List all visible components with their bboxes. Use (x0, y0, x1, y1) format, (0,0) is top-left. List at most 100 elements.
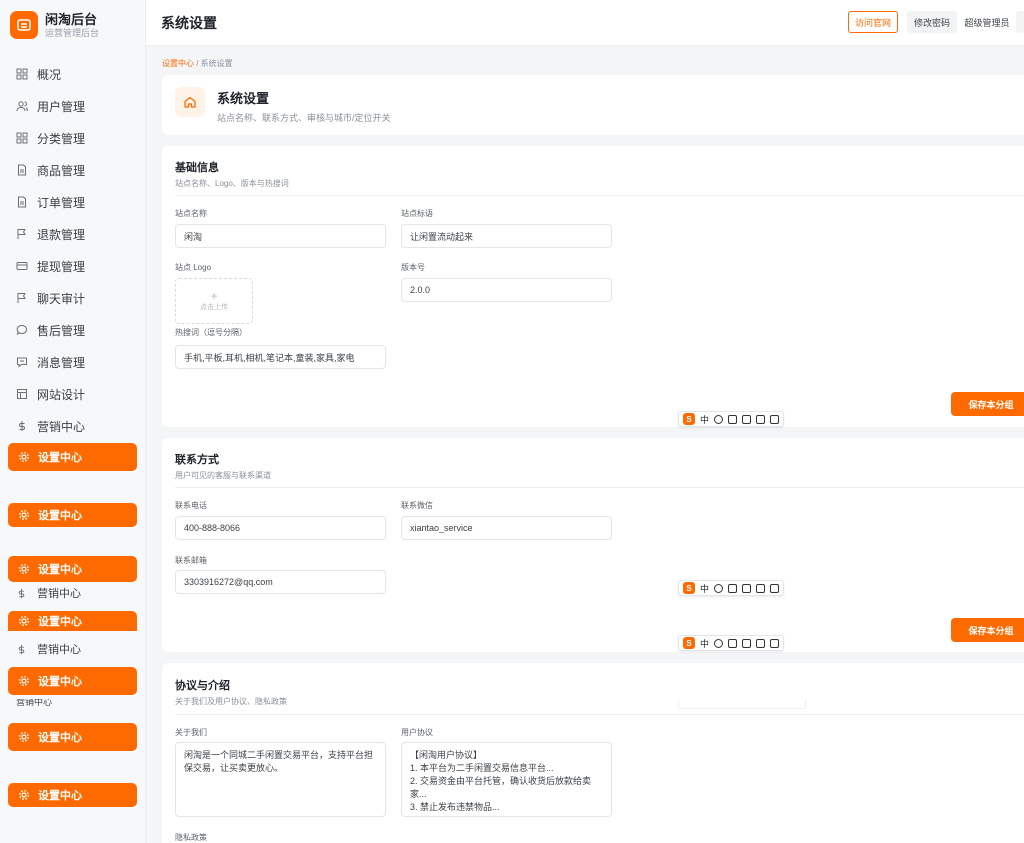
sidebar-item-label: 概况 (37, 67, 62, 82)
wechat-input[interactable]: xiantao_service (401, 516, 612, 540)
scissors-icon[interactable] (770, 583, 780, 593)
sidebar-item-settings[interactable]: 设置中心 (8, 556, 137, 582)
user-menu[interactable]: 超级管理员 (962, 11, 1012, 33)
top-header: 系统设置 访问官网 修改密码 超级管理员 (146, 0, 1024, 46)
scissors-icon[interactable] (770, 638, 780, 648)
brand[interactable]: 闲淘后台 运营管理后台 (10, 10, 99, 40)
sidebar-item-messages[interactable]: 消息管理 (16, 352, 85, 372)
sidebar-item-label: 用户管理 (37, 99, 86, 114)
sidebar-item-orders[interactable]: 订单管理 (16, 192, 85, 212)
logout-button[interactable] (1016, 11, 1024, 33)
translate-icon[interactable] (756, 414, 766, 424)
sidebar-item-marketing[interactable]: 营销中心 (16, 585, 81, 601)
translate-icon[interactable] (756, 638, 766, 648)
logo-icon (10, 11, 38, 39)
ime-toolbar[interactable]: S 中 (678, 580, 785, 596)
toolbox-icon[interactable] (742, 583, 752, 593)
translate-icon[interactable] (756, 583, 766, 593)
toolbox-icon[interactable] (742, 638, 752, 648)
save-basic-button[interactable]: 保存本分组 (951, 392, 1024, 416)
message-icon (17, 357, 27, 368)
about-textarea[interactable]: 闲淘是一个同城二手闲置交易平台，支持平台担保交易，让买卖更放心。 (175, 742, 386, 817)
ime-lang[interactable]: 中 (700, 637, 709, 650)
sidebar-item-label: 聊天审计 (37, 291, 86, 306)
site-name-label: 站点名称 (175, 209, 207, 218)
plus-icon: + (210, 289, 218, 303)
grid-icon (16, 68, 28, 80)
visit-site-button[interactable]: 访问官网 (848, 11, 898, 33)
card-icon (16, 262, 28, 270)
section-subtitle: 关于我们及用户协议、隐私政策 (175, 697, 287, 706)
sidebar-item-label: 订单管理 (37, 195, 86, 210)
sidebar-item-label: 提现管理 (37, 259, 86, 274)
emoji-icon[interactable] (714, 638, 724, 648)
upload-text: 点击上传 (200, 304, 228, 311)
emoji-icon[interactable] (714, 583, 724, 593)
sidebar-item-site-design[interactable]: 网站设计 (16, 384, 85, 404)
sidebar-item-label: 设置中心 (38, 564, 82, 576)
version-input[interactable]: 2.0.0 (401, 278, 612, 302)
sidebar-item-label: 设置中心 (38, 452, 82, 464)
sidebar-item-withdraw[interactable]: 提现管理 (16, 256, 85, 276)
save-contact-button[interactable]: 保存本分组 (951, 618, 1024, 642)
hot-words-label: 热搜词（逗号分隔） (175, 328, 247, 337)
section-title: 基础信息 (175, 162, 219, 174)
sidebar-item-category[interactable]: 分类管理 (16, 128, 85, 148)
change-password-button[interactable]: 修改密码 (907, 11, 957, 33)
emoji-icon[interactable] (714, 414, 724, 424)
keyboard-icon[interactable] (728, 414, 738, 424)
user-agreement-textarea[interactable]: 【闲淘用户协议】 1. 本平台为二手闲置交易信息平台... 2. 交易资金由平台… (401, 742, 612, 817)
sidebar-item-settings[interactable]: 设置中心 (8, 723, 137, 751)
sidebar-item-products[interactable]: 商品管理 (16, 160, 85, 180)
ime-logo-icon: S (683, 637, 695, 649)
sidebar-item-label: 设置中心 (38, 510, 82, 522)
divider (175, 487, 1024, 488)
site-name-input[interactable]: 闲淘 (175, 224, 386, 248)
dollar-icon (18, 588, 25, 598)
email-label: 联系邮箱 (175, 556, 207, 565)
sidebar-item-refunds[interactable]: 退款管理 (16, 224, 85, 244)
sidebar-item-label: 营销中心 (37, 588, 81, 600)
scissors-icon[interactable] (770, 414, 780, 424)
slogan-label: 站点标语 (401, 209, 433, 218)
sidebar-item-settings[interactable]: 设置中心 (8, 443, 137, 471)
toolbox-icon[interactable] (742, 414, 752, 424)
ime-lang[interactable]: 中 (700, 582, 709, 595)
sidebar-item-chat-audit[interactable]: 聊天审计 (16, 288, 85, 308)
sidebar-item-after-sales[interactable]: 售后管理 (16, 320, 85, 340)
section-title: 协议与介绍 (175, 680, 230, 692)
sidebar-item-settings[interactable]: 设置中心 (8, 611, 137, 631)
sidebar-item-marketing[interactable]: 营销中心 (16, 416, 85, 436)
sidebar-item-label: 设置中心 (38, 732, 82, 744)
sidebar: 闲淘后台 运营管理后台 概况 用户管理 分类管理 商品管理 订单管理 退款管理 … (0, 0, 146, 843)
sidebar-item-label: 售后管理 (37, 323, 86, 338)
section-subtitle: 站点名称、Logo、版本与热搜词 (175, 179, 289, 188)
ime-logo-icon: S (683, 413, 695, 425)
sidebar-item-users[interactable]: 用户管理 (16, 96, 85, 116)
user-agreement-label: 用户协议 (401, 728, 433, 737)
keyboard-icon[interactable] (728, 583, 738, 593)
layout-icon (17, 389, 27, 399)
sidebar-item-marketing-clipped: 营销中心 (16, 699, 53, 707)
chat-icon (16, 324, 28, 336)
breadcrumb-link[interactable]: 设置中心 (162, 59, 194, 68)
hot-words-input[interactable]: 手机,平板,耳机,相机,笔记本,童装,家具,家电 (175, 345, 386, 369)
sidebar-item-settings[interactable]: 设置中心 (8, 783, 137, 807)
gear-icon (19, 790, 29, 800)
gear-icon (19, 732, 29, 742)
ime-lang[interactable]: 中 (700, 413, 709, 426)
sidebar-item-settings[interactable]: 设置中心 (8, 667, 137, 695)
privacy-label: 隐私政策 (175, 833, 207, 842)
sidebar-item-settings[interactable]: 设置中心 (8, 503, 137, 527)
breadcrumb: 设置中心 / 系统设置 (162, 59, 233, 68)
slogan-input[interactable]: 让闲置流动起来 (401, 224, 612, 248)
sidebar-item-marketing[interactable]: 营销中心 (16, 641, 81, 657)
email-input[interactable]: 3303916272@qq.com (175, 570, 386, 594)
phone-input[interactable]: 400-888-8066 (175, 516, 386, 540)
keyboard-icon[interactable] (728, 638, 738, 648)
ime-toolbar[interactable]: S 中 (678, 635, 785, 651)
sidebar-item-overview[interactable]: 概况 (16, 64, 61, 84)
ime-toolbar[interactable]: S 中 (678, 411, 785, 427)
sidebar-item-label: 营销中心 (37, 644, 81, 656)
logo-upload[interactable]: + 点击上传 (175, 278, 253, 324)
